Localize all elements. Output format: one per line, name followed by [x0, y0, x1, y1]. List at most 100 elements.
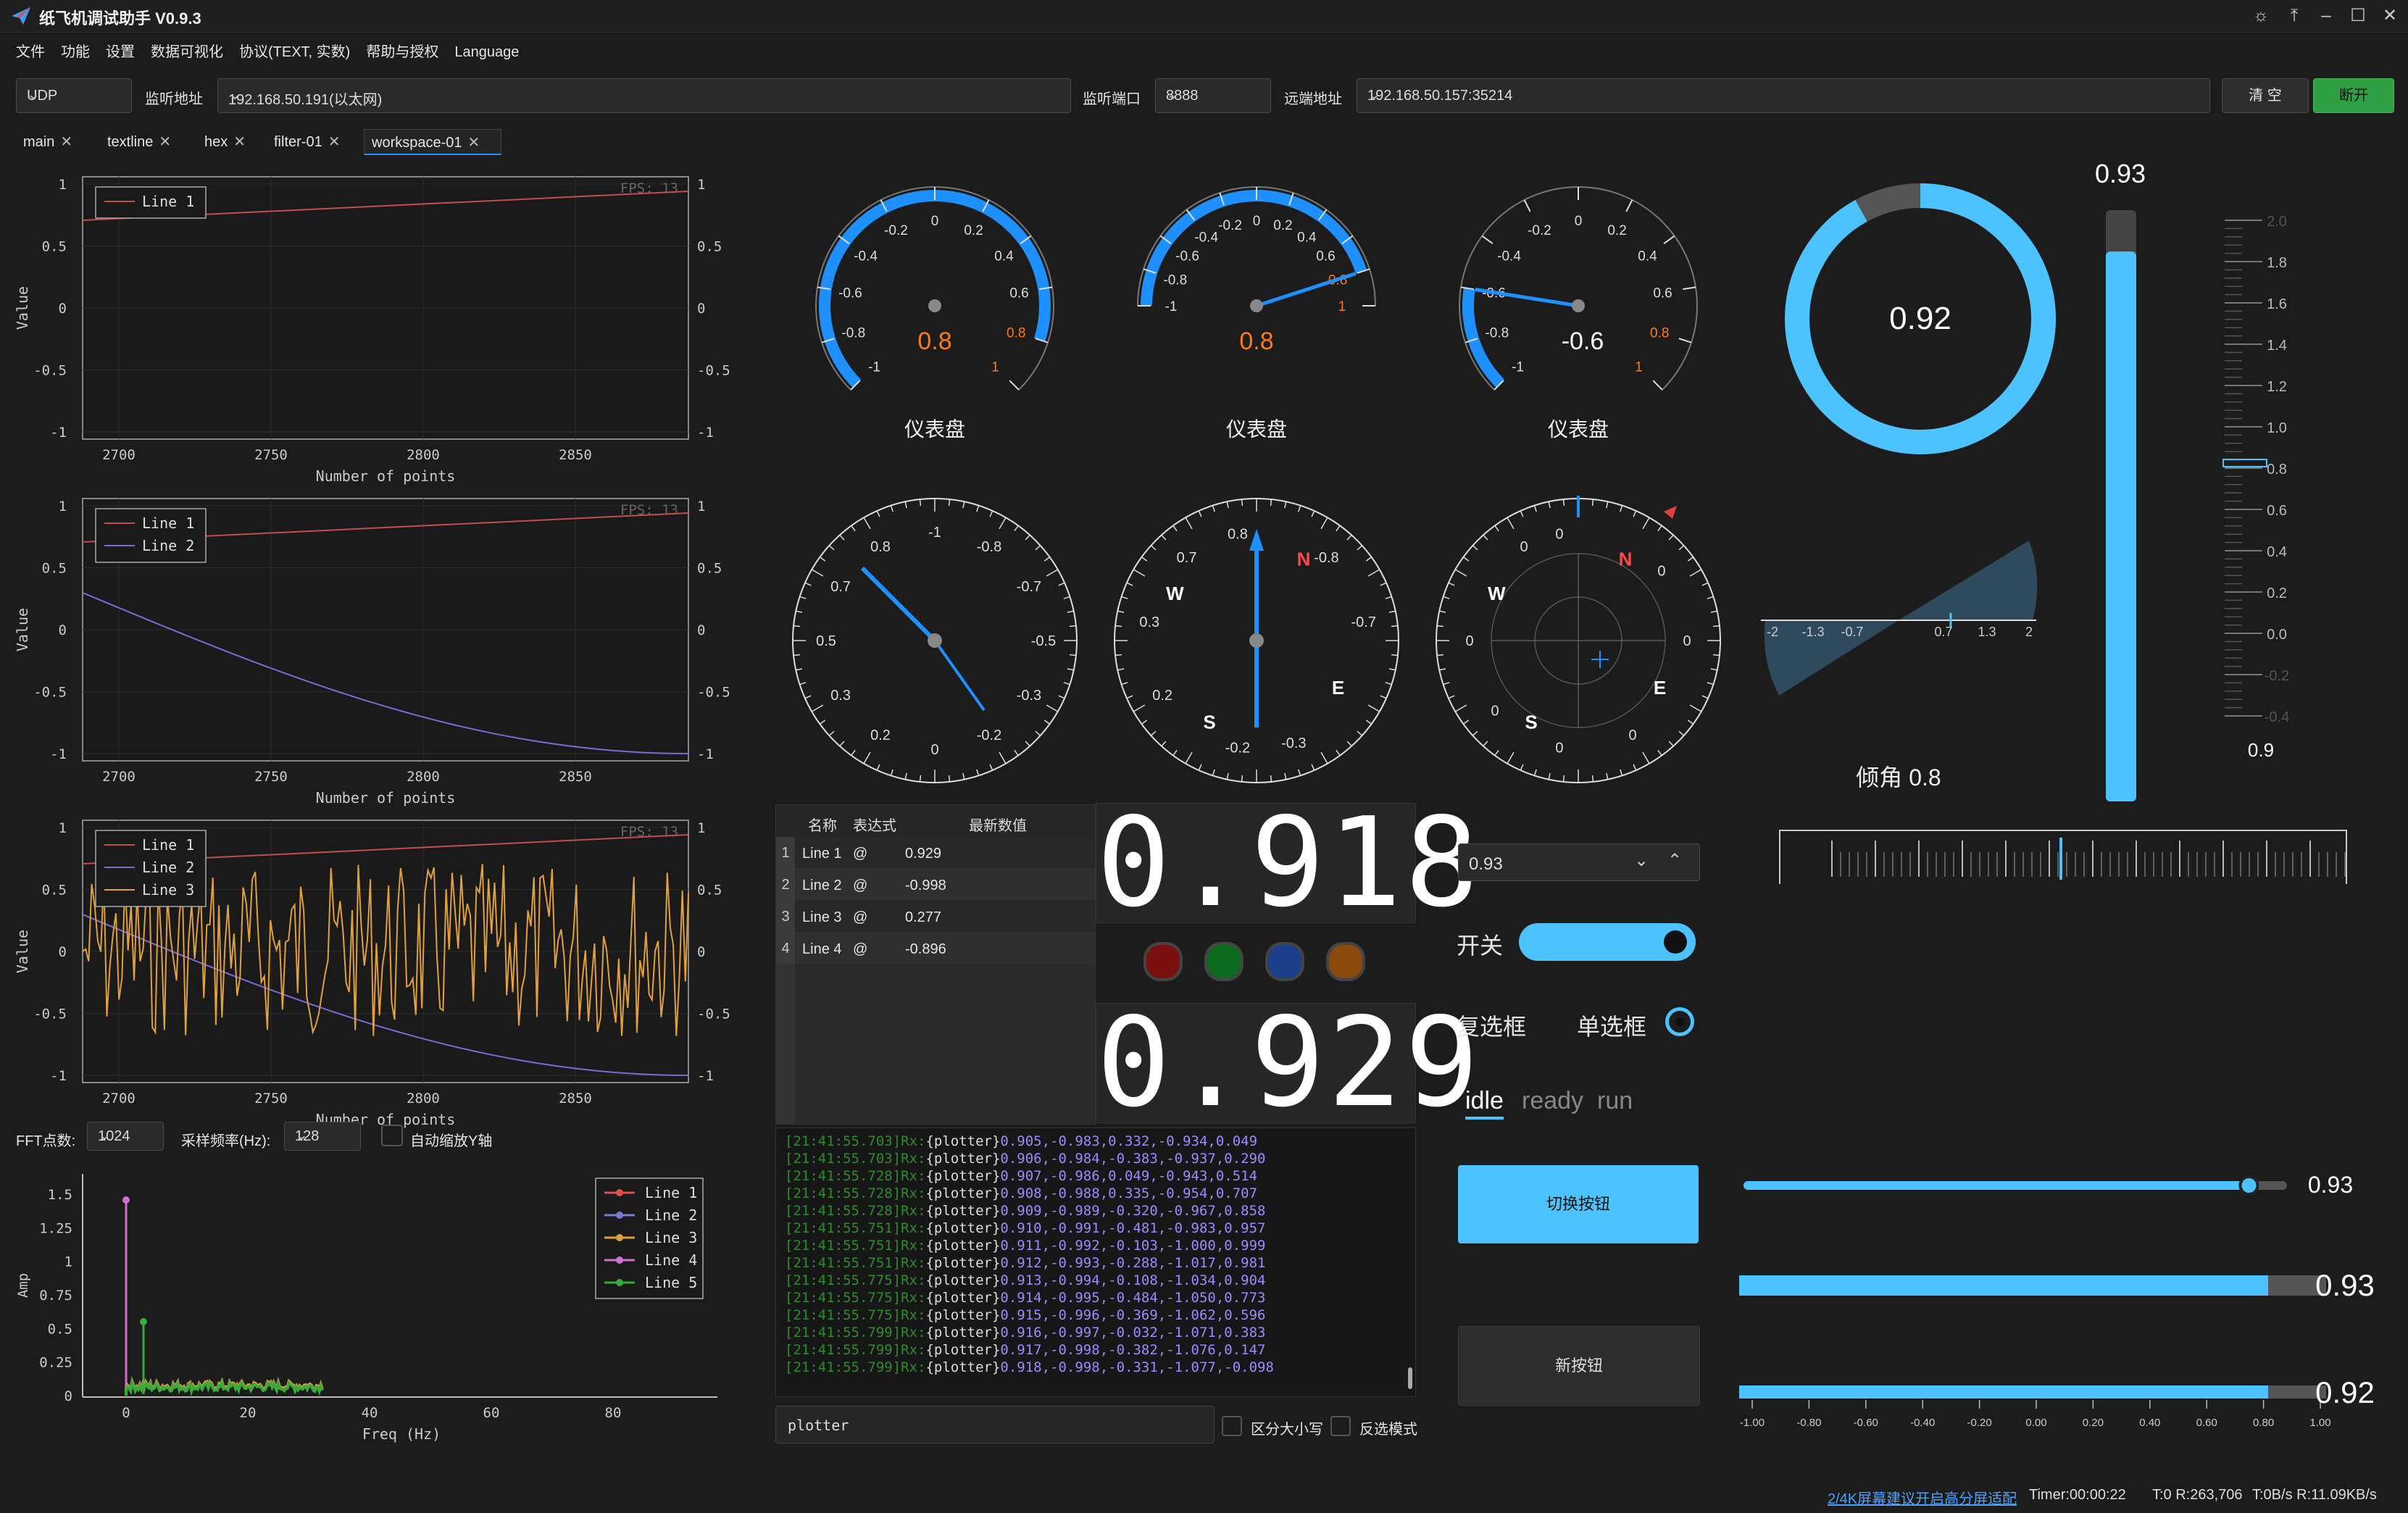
table-row[interactable]: 4 Line 4 @ -0.896 — [776, 933, 1095, 964]
spin-box[interactable]: 0.93 ⌄ ⌃ — [1458, 843, 1700, 881]
log-tag: {plotter} — [925, 1272, 1001, 1288]
radio-button[interactable] — [1665, 1007, 1694, 1036]
slider3-tick-label: 1.00 — [2309, 1417, 2330, 1429]
table-row[interactable]: 2 Line 2 @ -0.998 — [776, 869, 1095, 901]
log-line: [21:41:55.751]Rx:{plotter}0.911,-0.992,-… — [785, 1237, 1274, 1254]
tab-main[interactable]: main ✕ — [16, 129, 88, 155]
menu-item-5[interactable]: 帮助与授权 — [366, 38, 438, 67]
dial-tick — [1448, 695, 1455, 699]
slider3-value: 0.92 — [2315, 1375, 2375, 1409]
sample-rate-select[interactable]: 128 ⌄ — [284, 1122, 361, 1151]
x-axis-label: Number of points — [316, 467, 456, 485]
menu-item-3[interactable]: 数据可视化 — [151, 38, 223, 67]
case-checkbox[interactable] — [1222, 1416, 1242, 1436]
table-row[interactable]: 1 Line 1 @0.929 — [776, 837, 1095, 869]
dial-tick — [1520, 764, 1524, 771]
state-ready[interactable]: ready — [1522, 1087, 1583, 1115]
checkbox-label[interactable]: 复选框 — [1457, 1009, 1526, 1042]
tab-filter-01[interactable]: filter-01 ✕ — [267, 129, 352, 155]
close-tab-icon[interactable]: ✕ — [159, 134, 171, 150]
clear-button[interactable]: 清 空 — [2222, 78, 2309, 113]
y-tick-label: 0.5 — [42, 883, 67, 899]
radio-label[interactable]: 单选框 — [1577, 1009, 1646, 1042]
dial-tick — [1117, 610, 1125, 613]
listen-port-select[interactable]: 8888 ⌄ — [1155, 78, 1271, 113]
vbar-fill — [2106, 251, 2136, 801]
x-tick-label: 2700 — [102, 1091, 136, 1106]
gauge-tick-label: -0.4 — [854, 249, 878, 264]
log-tag: {plotter} — [925, 1203, 1001, 1219]
y-tick-label: 0 — [59, 301, 67, 317]
pin-icon[interactable]: ⤒ — [2281, 4, 2307, 28]
theme-icon[interactable]: ☼ — [2248, 4, 2274, 28]
dial-tick — [1172, 525, 1178, 532]
log-scrollbar[interactable] — [1408, 1367, 1412, 1389]
autoscale-checkbox[interactable] — [381, 1125, 403, 1146]
vscale-tick-label: 1.4 — [2267, 338, 2287, 354]
close-tab-icon[interactable]: ✕ — [328, 134, 341, 150]
gauges-area: -1-0.8-0.6-0.4-0.200.20.40.60.810.8仪表盘-1… — [792, 186, 1721, 783]
fft-points-select[interactable]: 1024 ⌄ — [87, 1122, 164, 1151]
menu-item-0[interactable]: 文件 — [16, 38, 45, 67]
log-line: [21:41:55.799]Rx:{plotter}0.917,-0.998,-… — [785, 1341, 1274, 1359]
row-expr: @ — [853, 878, 868, 893]
minimize-button[interactable]: – — [2313, 4, 2339, 28]
protocol-select[interactable]: UDP ⌄ — [16, 78, 132, 113]
gauge-tick-label: 0 — [1253, 214, 1261, 229]
fft-points-label: FFT点数: — [16, 1133, 76, 1149]
menu-item-2[interactable]: 设置 — [106, 38, 135, 67]
toggle-switch[interactable] — [1519, 923, 1696, 961]
tilt-sector-upper — [1899, 541, 2038, 620]
dial-tick — [1548, 772, 1551, 780]
toggle-button[interactable]: 切换按钮 — [1458, 1165, 1699, 1243]
close-tab-icon[interactable]: ✕ — [233, 134, 246, 150]
hidpi-link[interactable]: 2/4K屏幕建议开启高分屏适配 — [1828, 1487, 2017, 1508]
dial-tick — [796, 610, 803, 613]
disconnect-button[interactable]: 断开 — [2313, 78, 2394, 113]
dial-tick — [919, 775, 922, 783]
new-button[interactable]: 新按钮 — [1458, 1326, 1700, 1406]
dial-tick — [1707, 682, 1714, 685]
indicator-led — [1204, 942, 1243, 981]
close-tab-icon[interactable]: ✕ — [468, 135, 480, 151]
dial-tick — [799, 682, 807, 685]
menu-item-4[interactable]: 协议(TEXT, 实数) — [239, 38, 350, 67]
filter-input[interactable]: plotter — [775, 1406, 1215, 1443]
dial-tick — [863, 751, 871, 764]
state-run[interactable]: run — [1597, 1087, 1633, 1115]
close-button[interactable]: ✕ — [2377, 4, 2403, 28]
receive-log[interactable]: [21:41:55.703]Rx:{plotter}0.905,-0.983,0… — [775, 1128, 1416, 1397]
maximize-button[interactable]: ☐ — [2345, 4, 2371, 28]
state-idle[interactable]: idle — [1465, 1087, 1504, 1120]
fft-x-tick: 60 — [483, 1405, 500, 1421]
dial-tick — [1185, 517, 1193, 530]
table-row[interactable]: 3 Line 3 @0.277 — [776, 901, 1095, 933]
gauge-tick-label: 0.2 — [1273, 218, 1292, 233]
log-timestamp: [21:41:55.799]Rx: — [785, 1359, 926, 1375]
close-tab-icon[interactable]: ✕ — [60, 134, 72, 150]
tab-workspace-01[interactable]: workspace-01 ✕ — [364, 129, 501, 155]
menu-item-6[interactable]: Language — [454, 38, 519, 67]
log-line: [21:41:55.775]Rx:{plotter}0.915,-0.996,-… — [785, 1306, 1274, 1324]
sliders-area: -0.4-0.20.00.20.40.60.81.01.21.41.61.82.… — [1739, 1172, 2375, 1429]
tab-hex[interactable]: hex ✕ — [197, 129, 257, 155]
tilt-tick-label: -0.7 — [1841, 625, 1863, 639]
listen-addr-select[interactable]: 192.168.50.191(以太网) ⌄ — [217, 78, 1071, 113]
menu-item-1[interactable]: 功能 — [61, 38, 90, 67]
dial-tick — [863, 517, 871, 530]
tilt-tick-label: 2 — [2025, 625, 2033, 639]
app-logo-icon — [12, 7, 30, 25]
dial-tick — [1443, 682, 1450, 685]
dial-tick — [1058, 582, 1065, 586]
invert-checkbox[interactable] — [1330, 1416, 1351, 1436]
dial-tick — [1689, 704, 1702, 712]
dial3-direction: N — [1619, 548, 1633, 570]
y2-tick-label: -0.5 — [697, 1006, 730, 1022]
dial-tick — [1657, 749, 1662, 756]
dial-tick — [999, 517, 1007, 530]
dial-tick — [919, 499, 922, 507]
tab-textline[interactable]: textline ✕ — [100, 129, 186, 155]
dial-tick — [1198, 764, 1202, 771]
dial-tick — [976, 769, 980, 776]
remote-addr-select[interactable]: 192.168.50.157:35214 ⌄ — [1357, 78, 2210, 113]
